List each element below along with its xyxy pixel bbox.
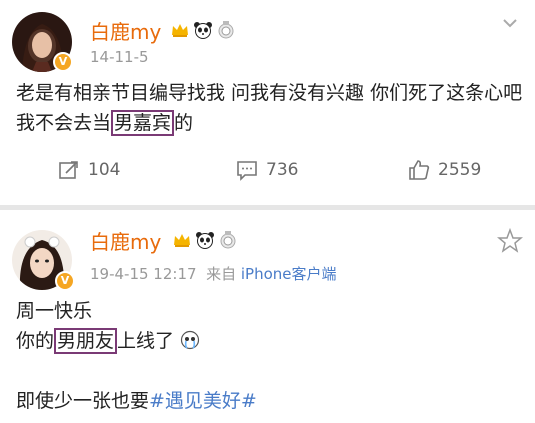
like-icon <box>409 160 430 180</box>
comment-icon <box>237 161 257 181</box>
highlight-box: 男朋友 <box>54 328 118 354</box>
repost-button[interactable]: 104 <box>58 159 120 181</box>
source-device-link[interactable]: iPhone客户端 <box>241 265 337 283</box>
post-timestamp: 19-4-15 12:17 <box>90 265 197 283</box>
user-badges <box>172 230 238 250</box>
source-prefix: 来自 <box>206 265 237 283</box>
post-timestamp: 14-11-5 <box>90 48 149 66</box>
comment-count: 736 <box>266 160 299 180</box>
user-badges <box>170 20 236 40</box>
crown-badge-icon <box>174 234 190 247</box>
action-bar: 104 736 2559 <box>0 155 535 191</box>
medal-badge-icon <box>220 231 236 249</box>
post-content: 周一快乐 你的 男朋友 上线了 即使少一张也要#遇见美好# <box>16 296 526 416</box>
content-line-1: 周一快乐 <box>16 300 93 322</box>
comment-button[interactable]: 736 <box>236 159 298 181</box>
repost-icon <box>59 161 78 179</box>
weibo-post-2: V 白鹿my 19-4-15 12:17 来自 iPhone客户端 周一快乐 你… <box>0 210 535 423</box>
post-content: 老是有相亲节目编导找我 问我有没有兴趣 你们死了这条心吧 我不会去当 男嘉宾的 <box>16 82 523 136</box>
verified-v-icon: V <box>55 271 75 291</box>
post-meta: 19-4-15 12:17 来自 iPhone客户端 <box>90 263 337 284</box>
weibo-post-1: V 白鹿my 14-11-5 老是有相亲节目编导找我 问我有没有兴趣 你们死了这… <box>0 0 535 205</box>
star-icon[interactable] <box>497 228 523 254</box>
chevron-down-icon[interactable] <box>501 14 519 32</box>
repost-count: 104 <box>88 160 121 180</box>
username[interactable]: 白鹿my <box>90 226 161 255</box>
highlight-box: 男嘉宾 <box>111 110 175 136</box>
hashtag-link[interactable]: #遇见美好# <box>149 390 257 412</box>
crying-emoji-icon <box>180 330 200 350</box>
content-line-2: 你的 男朋友 上线了 <box>16 326 526 356</box>
crown-badge-icon <box>172 24 188 37</box>
panda-badge-icon <box>194 22 212 39</box>
content-line-3: 即使少一张也要#遇见美好# <box>16 390 257 412</box>
panda-badge-icon <box>196 232 214 249</box>
like-count: 2559 <box>438 160 482 180</box>
medal-badge-icon <box>218 21 234 39</box>
username[interactable]: 白鹿my <box>90 16 161 45</box>
verified-v-icon: V <box>53 52 73 72</box>
like-button[interactable]: 2559 <box>408 159 481 181</box>
